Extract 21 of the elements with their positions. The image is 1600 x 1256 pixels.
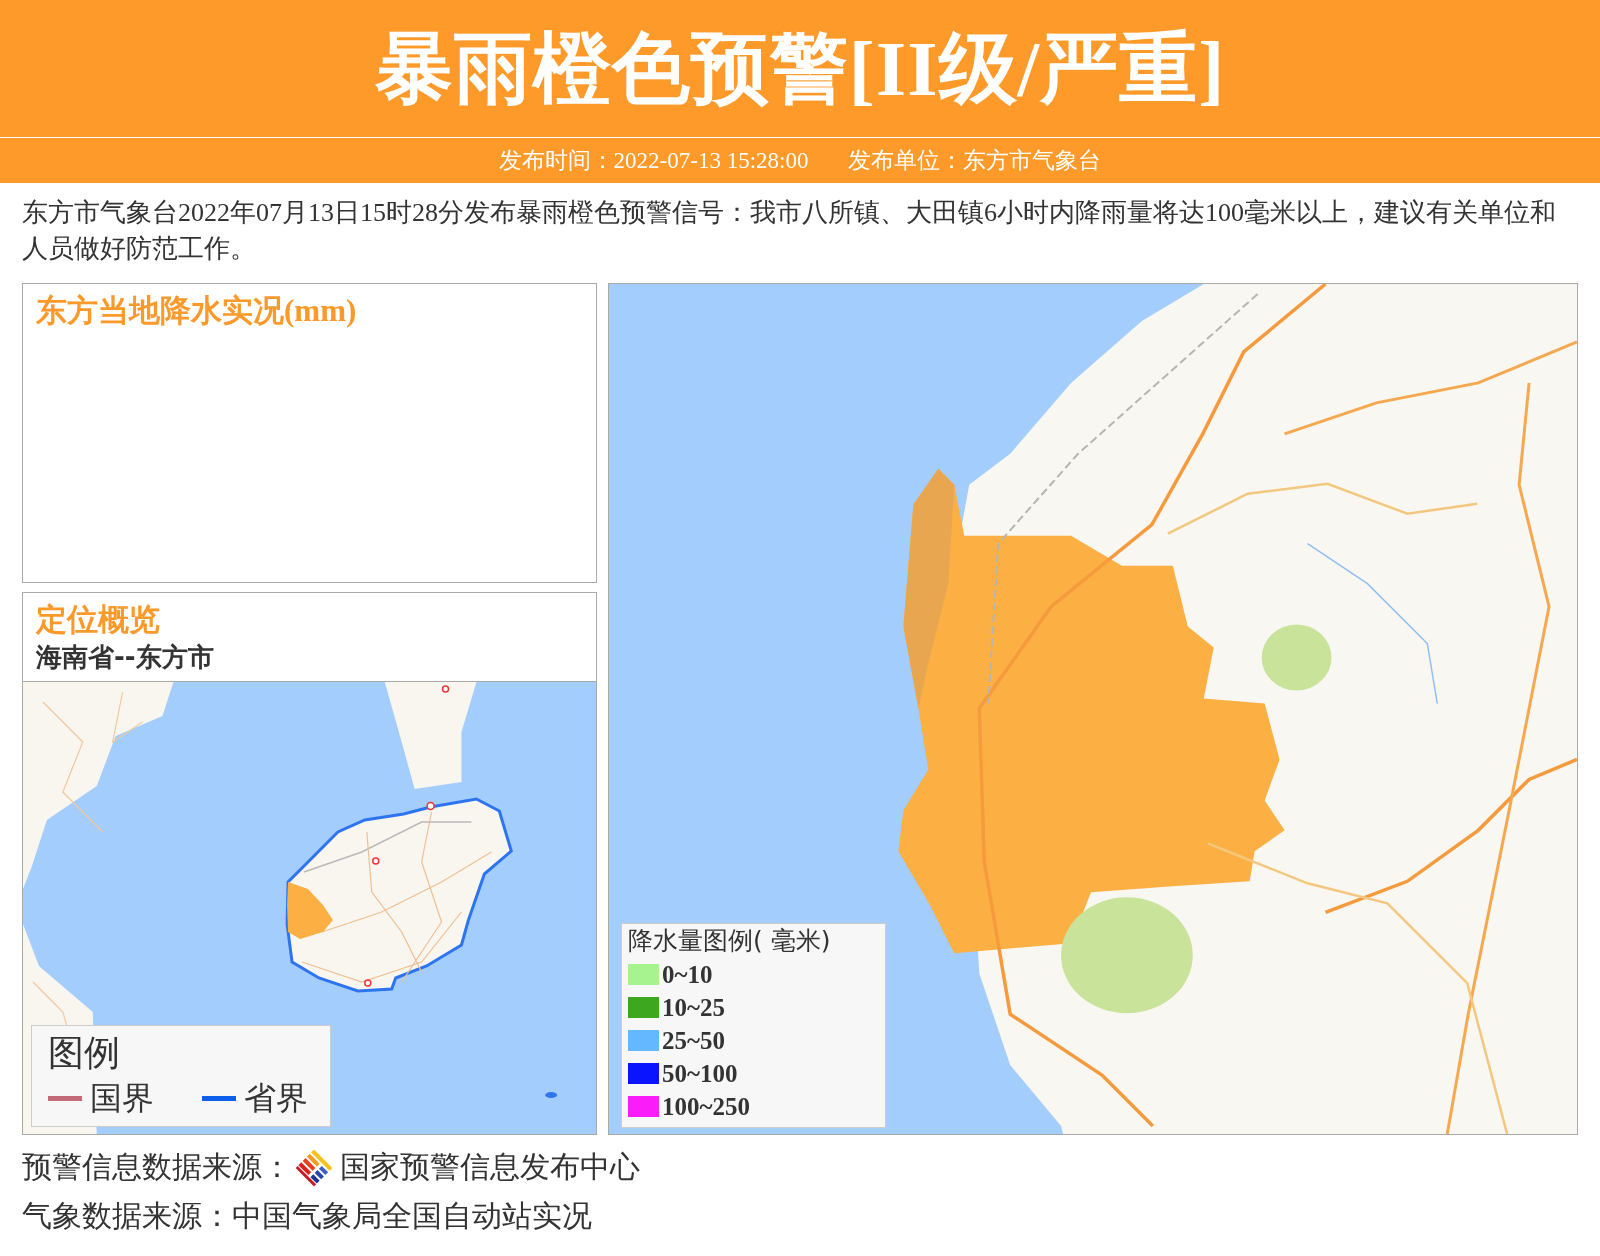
logo-icon — [294, 1147, 334, 1188]
source-name: 中国气象局全国自动站实况 — [232, 1197, 592, 1235]
legend-label: 10~25 — [662, 992, 725, 1023]
source-label: 气象数据来源： — [22, 1197, 232, 1235]
warning-title: 暴雨橙色预警[II级/严重] — [374, 29, 1226, 108]
legend-label: 25~50 — [662, 1025, 725, 1056]
source-label: 预警信息数据来源： — [22, 1148, 292, 1186]
panel-title: 定位概览 — [36, 601, 161, 639]
publish-time: 发布时间：2022-07-13 15:28:00 — [498, 147, 809, 175]
publisher: 发布单位：东方市气象台 — [848, 147, 1102, 175]
legend-label: 省界 — [244, 1078, 308, 1119]
region-name: 海南省--东方市 — [36, 641, 215, 674]
legend-label: 国界 — [90, 1078, 154, 1119]
legend-title: 降水量图例( 毫米) — [628, 925, 832, 957]
legend-label: 50~100 — [662, 1058, 738, 1089]
legend-label: 100~250 — [662, 1091, 750, 1122]
warning-description: 东方市气象台2022年07月13日15时28分发布暴雨橙色预警信号：我市八所镇、大田镇6小时内降雨量将达100毫米以上，建议有关单位和人员做好防范工作。 — [22, 197, 1557, 265]
legend-label: 0~10 — [662, 959, 713, 990]
legend-title: 图例 — [48, 1031, 121, 1075]
source-name: 国家预警信息发布中心 — [340, 1148, 640, 1186]
panel-title: 东方当地降水实况(mm) — [36, 292, 358, 330]
